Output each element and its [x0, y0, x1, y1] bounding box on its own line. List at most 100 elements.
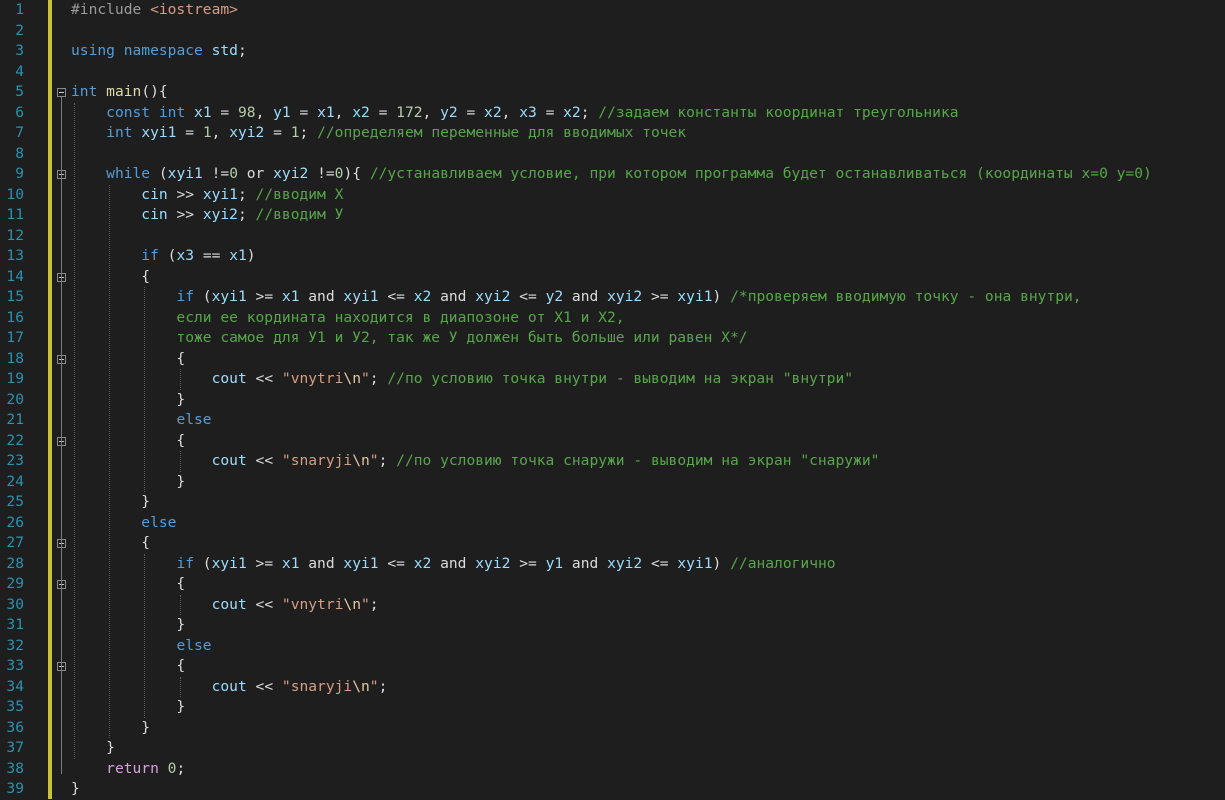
code-line[interactable]: 24 }: [0, 472, 1225, 493]
code-text: while (xyi1 !=0 or xyi2 !=0){ //устанавл…: [106, 165, 1152, 182]
code-text: const int x1 = 98, y1 = x1, x2 = 172, y2…: [106, 103, 959, 121]
code-line[interactable]: 2: [0, 21, 1225, 42]
indent-guide: [74, 102, 75, 759]
line-number: 6: [15, 103, 24, 121]
line-number: 27: [6, 534, 24, 551]
code-line[interactable]: 19 cout << "vnytri\n"; //по условию точк…: [0, 369, 1225, 390]
code-text: {: [71, 349, 186, 367]
indent-guide: [179, 451, 181, 472]
code-text: тоже самое для У1 и У2, так же У должен …: [71, 329, 748, 346]
code-line[interactable]: 8: [0, 144, 1225, 165]
code-text: }: [71, 472, 186, 490]
indent-guide: [179, 594, 181, 615]
line-number: 21: [6, 411, 24, 428]
code-line[interactable]: 10 cin >> xyi1; //вводим Х: [0, 185, 1225, 206]
code-line[interactable]: 26 else: [0, 513, 1225, 534]
code-line[interactable]: 28 if (xyi1 >= x1 and xyi1 <= x2 and xyi…: [0, 554, 1225, 575]
code-text: }: [71, 780, 80, 797]
code-line[interactable]: 25 }: [0, 492, 1225, 513]
line-number: 7: [15, 124, 24, 141]
code-line[interactable]: 30 cout << "vnytri\n";: [0, 595, 1225, 616]
code-line[interactable]: 5 int main(){: [0, 82, 1225, 103]
code-line[interactable]: 13 if (x3 == x1): [0, 246, 1225, 267]
code-line[interactable]: 6 const int x1 = 98, y1 = x1, x2 = 172, …: [0, 103, 1225, 124]
indent-guide: [109, 184, 111, 738]
code-line[interactable]: 4: [0, 62, 1225, 83]
code-line[interactable]: 31 }: [0, 615, 1225, 636]
line-number: 36: [6, 718, 24, 736]
code-line[interactable]: 11 cin >> xyi2; //вводим У: [0, 205, 1225, 226]
line-number: 3: [15, 42, 24, 59]
code-line[interactable]: 21 else: [0, 410, 1225, 431]
line-number: 39: [6, 780, 24, 797]
line-number: 2: [15, 21, 24, 39]
line-number: 19: [6, 370, 24, 387]
code-line[interactable]: 37 }: [0, 738, 1225, 759]
line-number: 37: [6, 739, 24, 756]
code-line[interactable]: 3 using namespace std;: [0, 41, 1225, 62]
code-line[interactable]: 12: [0, 226, 1225, 247]
line-number: 34: [6, 677, 24, 695]
code-line[interactable]: 27 {: [0, 533, 1225, 554]
line-number: 38: [6, 759, 24, 777]
outline-bar: [61, 97, 62, 774]
code-text: {: [71, 534, 151, 551]
line-number: 24: [6, 472, 24, 490]
code-line[interactable]: 22 {: [0, 431, 1225, 452]
code-line[interactable]: 39}: [0, 779, 1225, 800]
code-text: }: [71, 739, 115, 756]
line-number: 33: [6, 657, 24, 674]
code-text: #include <iostream>: [71, 1, 238, 18]
line-number: 22: [6, 431, 24, 449]
code-text: int main(){: [71, 83, 168, 100]
code-text: {: [71, 431, 186, 449]
line-number: 5: [15, 83, 24, 100]
code-line[interactable]: 9 while (xyi1 !=0 or xyi2 !=0){ //устана…: [0, 164, 1225, 185]
code-text: {: [71, 267, 151, 285]
code-line[interactable]: 7 int xyi1 = 1, xyi2 = 1; //определяем п…: [0, 123, 1225, 144]
code-line[interactable]: 20 }: [0, 390, 1225, 411]
code-line[interactable]: 18 {: [0, 349, 1225, 370]
line-number: 23: [6, 452, 24, 469]
code-editor[interactable]: 1 #include <iostream> 2 3 using namespace st…: [0, 0, 1225, 799]
code-line[interactable]: 35 }: [0, 697, 1225, 718]
code-text: if (xyi1 >= x1 and xyi1 <= x2 and xyi2 >…: [176, 554, 836, 572]
code-line[interactable]: 32 else: [0, 636, 1225, 657]
line-number: 13: [6, 247, 24, 264]
line-number: 11: [6, 206, 24, 223]
fold-toggle-icon[interactable]: [57, 88, 66, 97]
code-text: cin >> xyi2; //вводим У: [141, 206, 344, 223]
line-number: 20: [6, 390, 24, 408]
code-text: return 0;: [106, 759, 186, 777]
line-number: 18: [6, 349, 24, 367]
line-number: 8: [15, 144, 24, 162]
line-number: 12: [6, 226, 24, 244]
line-number: 17: [6, 329, 24, 346]
code-text: int xyi1 = 1, xyi2 = 1; //определяем пер…: [106, 124, 687, 141]
code-line[interactable]: 33 {: [0, 656, 1225, 677]
line-number: 14: [6, 267, 24, 285]
code-text: else: [176, 411, 212, 428]
code-text: }: [71, 698, 186, 715]
code-line[interactable]: 16 если ее кордината находится в диапозо…: [0, 308, 1225, 329]
line-number: 10: [6, 185, 24, 203]
line-number: 35: [6, 698, 24, 715]
line-number: 1: [15, 1, 24, 18]
code-line[interactable]: 34 cout << "snaryji\n";: [0, 677, 1225, 698]
indent-guide: [179, 369, 181, 390]
indent-guide: [179, 676, 181, 697]
code-line[interactable]: 14 {: [0, 267, 1225, 288]
line-number: 25: [6, 493, 24, 510]
line-number: 9: [15, 165, 24, 182]
code-line[interactable]: 38 return 0;: [0, 759, 1225, 780]
code-line[interactable]: 1 #include <iostream>: [0, 0, 1225, 21]
code-text: cout << "vnytri\n"; //по условию точка в…: [211, 370, 854, 387]
code-line[interactable]: 15 if (xyi1 >= x1 and xyi1 <= x2 and xyi…: [0, 287, 1225, 308]
indent-guide: [144, 287, 146, 492]
code-text: }: [71, 616, 186, 633]
code-text: cin >> xyi1; //вводим Х: [141, 185, 344, 203]
code-line[interactable]: 29 {: [0, 574, 1225, 595]
code-line[interactable]: 36 }: [0, 718, 1225, 739]
code-line[interactable]: 23 cout << "snaryji\n"; //по условию точ…: [0, 451, 1225, 472]
code-line[interactable]: 17 тоже самое для У1 и У2, так же У долж…: [0, 328, 1225, 349]
